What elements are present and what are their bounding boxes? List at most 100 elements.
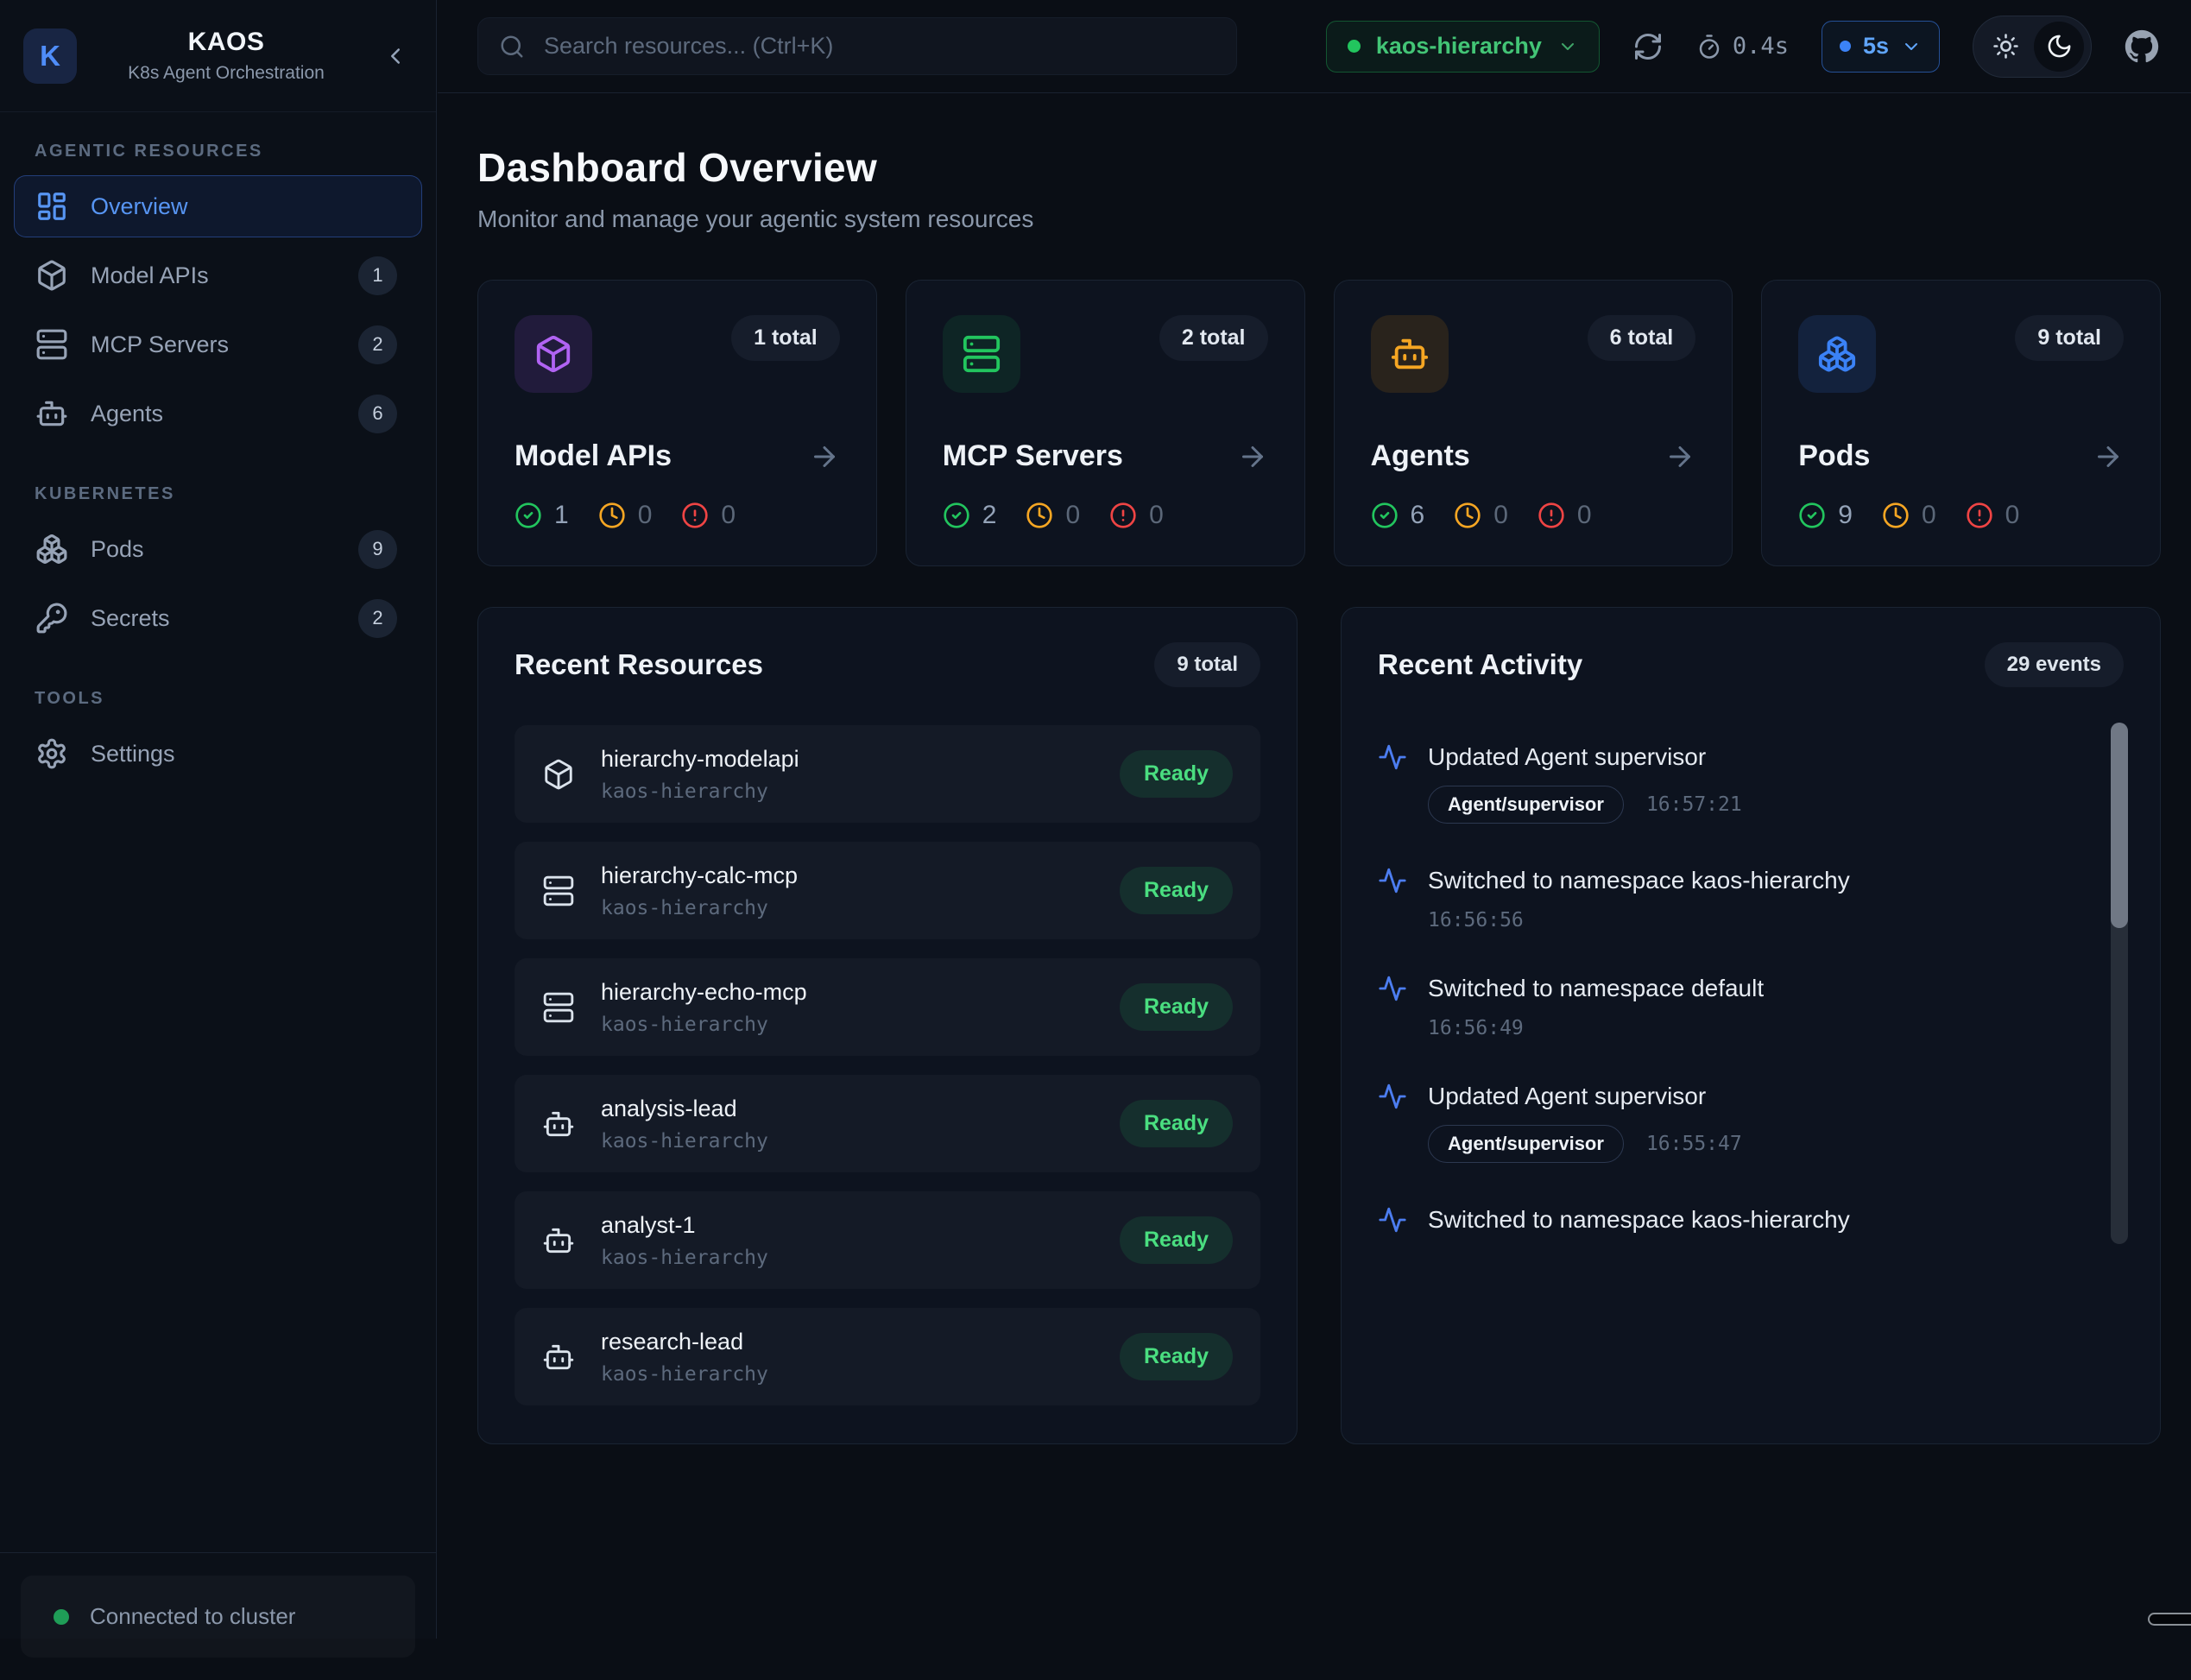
sidebar-item-model-apis[interactable]: Model APIs 1 (14, 244, 422, 306)
refresh-icon (1632, 31, 1664, 62)
key-icon (35, 602, 68, 635)
card-top-row: 1 total (515, 315, 840, 393)
count-badge: 6 (358, 395, 397, 433)
sidebar-item-secrets[interactable]: Secrets 2 (14, 587, 422, 649)
error-count: 0 (721, 501, 736, 530)
sidebar-item-settings[interactable]: Settings (14, 723, 422, 785)
resource-row[interactable]: analyst-1 kaos-hierarchy Ready (515, 1191, 1260, 1289)
cluster-status: Connected to cluster (21, 1576, 415, 1658)
activity-meta: 16:56:49 (1428, 1017, 2124, 1039)
activity-item: Switched to namespace kaos-hierarchy 16:… (1378, 866, 2124, 932)
search-input[interactable] (542, 32, 1215, 60)
sun-icon (1992, 33, 2019, 60)
card-top-row: 9 total (1798, 315, 2124, 393)
refresh-interval-selector[interactable]: 5s (1822, 21, 1940, 73)
status-dot-icon (54, 1609, 69, 1625)
pending-count: 0 (1922, 501, 1936, 530)
events-badge: 29 events (1985, 642, 2124, 687)
activity-head: Switched to namespace kaos-hierarchy (1378, 1205, 2124, 1235)
cluster-status-label: Connected to cluster (90, 1603, 295, 1630)
github-link[interactable] (2125, 29, 2159, 64)
activity-tag: Agent/supervisor (1428, 1125, 1624, 1163)
stat-card-pods[interactable]: 9 total Pods 9 0 0 (1761, 280, 2161, 566)
stat-card-agents[interactable]: 6 total Agents 6 0 0 (1334, 280, 1733, 566)
ready-count: 1 (554, 501, 569, 530)
sidebar-item-overview[interactable]: Overview (14, 175, 422, 237)
chevron-down-icon (1901, 36, 1922, 57)
resource-row[interactable]: hierarchy-modelapi kaos-hierarchy Ready (515, 725, 1260, 823)
clock-icon (1026, 502, 1053, 529)
sidebar-item-label: Model APIs (91, 262, 209, 289)
sidebar-collapse-button[interactable] (376, 36, 415, 76)
activity-meta: Agent/supervisor 16:57:21 (1428, 786, 2124, 824)
activity-scrollbar-thumb[interactable] (2111, 723, 2128, 928)
activity-time: 16:56:56 (1428, 909, 1524, 932)
alert-circle-icon (1109, 502, 1137, 529)
error-stat: 0 (1537, 501, 1592, 530)
resource-row[interactable]: research-lead kaos-hierarchy Ready (515, 1308, 1260, 1405)
card-title: Model APIs (515, 439, 672, 473)
check-circle-icon (1371, 502, 1399, 529)
sidebar-item-label: MCP Servers (91, 332, 229, 358)
interval-label: 5s (1863, 33, 1889, 60)
robot-icon (542, 1224, 575, 1257)
sidebar-item-mcp-servers[interactable]: MCP Servers 2 (14, 313, 422, 376)
activity-pulse-icon (1378, 1205, 1407, 1235)
resource-row[interactable]: hierarchy-calc-mcp kaos-hierarchy Ready (515, 842, 1260, 939)
panel-header: Recent Activity 29 events (1378, 642, 2124, 687)
resource-texts: research-lead kaos-hierarchy (601, 1329, 768, 1386)
count-badge: 2 (358, 599, 397, 638)
resource-texts: analysis-lead kaos-hierarchy (601, 1096, 768, 1153)
arrow-right-icon (1664, 441, 1695, 472)
activity-pulse-icon (1378, 866, 1407, 895)
error-stat: 0 (681, 501, 736, 530)
activity-head: Updated Agent supervisor (1378, 742, 2124, 772)
stat-card-mcp-servers[interactable]: 2 total MCP Servers 2 0 0 (906, 280, 1305, 566)
clock-icon (1454, 502, 1481, 529)
server-icon (35, 328, 68, 361)
card-stats: 9 0 0 (1798, 501, 2124, 530)
refresh-duration: 0.4s (1696, 33, 1789, 60)
activity-scrollbar-track[interactable] (2111, 723, 2128, 1244)
dark-theme-button[interactable] (2034, 22, 2084, 72)
panel-title: Recent Activity (1378, 648, 1582, 681)
resource-row[interactable]: analysis-lead kaos-hierarchy Ready (515, 1075, 1260, 1172)
sidebar-header: K KAOS K8s Agent Orchestration (0, 0, 436, 112)
alert-circle-icon (1966, 502, 1993, 529)
resource-namespace: kaos-hierarchy (601, 1014, 807, 1036)
card-title-row: Pods (1798, 439, 2124, 473)
github-icon (2125, 29, 2159, 64)
ready-stat: 6 (1371, 501, 1425, 530)
total-badge: 1 total (731, 315, 840, 361)
alert-circle-icon (681, 502, 709, 529)
app-logo: K (23, 28, 77, 84)
light-theme-button[interactable] (1980, 22, 2030, 72)
sidebar-item-agents[interactable]: Agents 6 (14, 382, 422, 445)
stat-card-model-apis[interactable]: 1 total Model APIs 1 0 0 (477, 280, 877, 566)
error-count: 0 (1577, 501, 1592, 530)
card-title-row: Model APIs (515, 439, 840, 473)
topbar-controls: kaos-hierarchy 0.4s 5s (1326, 16, 2159, 78)
resource-texts: hierarchy-calc-mcp kaos-hierarchy (601, 862, 798, 919)
gear-icon (35, 737, 68, 770)
resource-name: analysis-lead (601, 1096, 768, 1122)
status-badge: Ready (1120, 983, 1233, 1031)
activity-time: 16:56:49 (1428, 1017, 1524, 1039)
resource-row[interactable]: hierarchy-echo-mcp kaos-hierarchy Ready (515, 958, 1260, 1056)
panel-title: Recent Resources (515, 648, 763, 681)
server-icon (943, 315, 1020, 393)
refresh-button[interactable] (1632, 31, 1664, 62)
total-badge: 9 total (2015, 315, 2124, 361)
namespace-status-dot-icon (1348, 40, 1361, 53)
sidebar-item-pods[interactable]: Pods 9 (14, 518, 422, 580)
resource-name: research-lead (601, 1329, 768, 1355)
card-title: Agents (1371, 439, 1470, 473)
check-circle-icon (1798, 502, 1826, 529)
search-icon (499, 34, 525, 60)
dashboard-panels: Recent Resources 9 total hierarchy-model… (477, 607, 2161, 1444)
check-circle-icon (943, 502, 970, 529)
resource-list: hierarchy-modelapi kaos-hierarchy Ready … (515, 725, 1260, 1405)
resource-name: hierarchy-modelapi (601, 746, 799, 773)
corner-pill (2148, 1613, 2191, 1626)
namespace-selector[interactable]: kaos-hierarchy (1326, 21, 1600, 73)
